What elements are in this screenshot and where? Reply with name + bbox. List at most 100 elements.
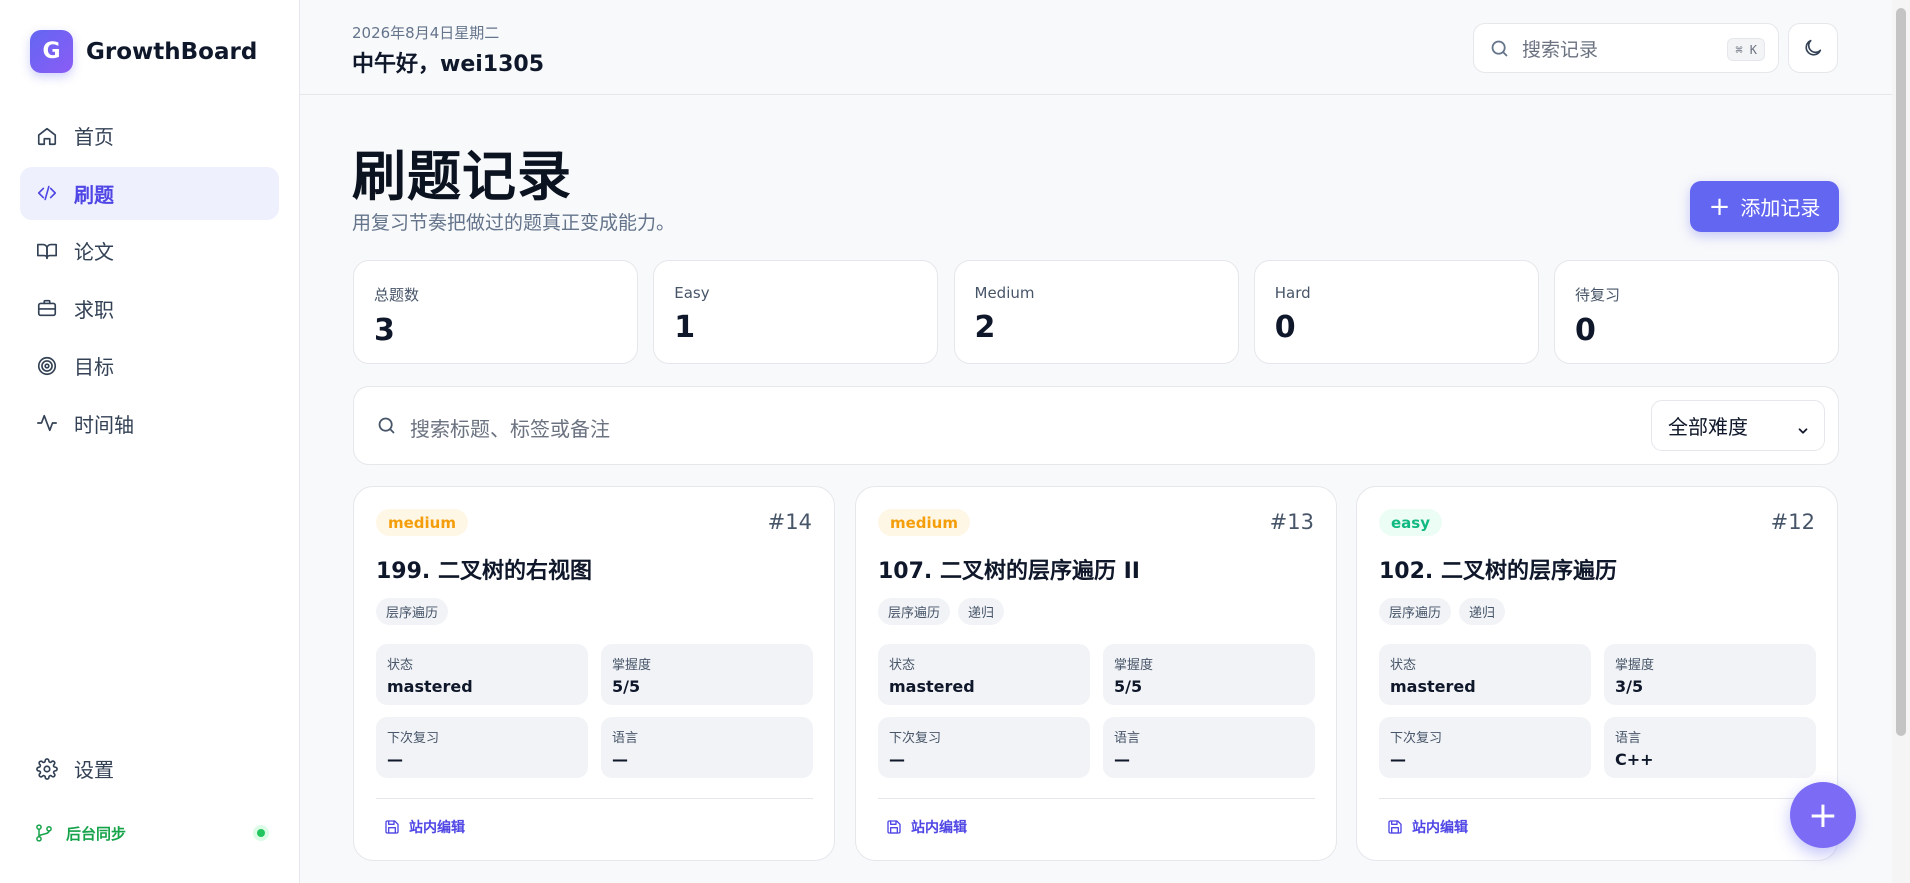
topbar: 2026年8月4日星期二 中午好，wei1305 搜索记录 ⌘ K: [300, 0, 1892, 95]
brand-name: GrowthBoard: [86, 38, 258, 65]
divider: [376, 798, 813, 799]
field-status: 状态 mastered: [878, 644, 1090, 705]
search-shortcut: ⌘ K: [1727, 38, 1765, 61]
problem-title[interactable]: 107. 二叉树的层序遍历 II: [878, 553, 1140, 585]
add-record-button[interactable]: + 添加记录: [1690, 181, 1839, 232]
problem-number: #12: [1770, 510, 1815, 534]
sidebar-nav: 首页 刷题 论文 求职 目标 时间轴: [20, 109, 279, 454]
divider: [1379, 798, 1816, 799]
sidebar-item-label: 时间轴: [74, 412, 134, 437]
field-language: 语言 —: [601, 717, 813, 778]
difficulty-badge: medium: [878, 509, 970, 536]
brand-logo: G: [30, 30, 73, 73]
search-icon: [376, 415, 397, 440]
field-value: —: [387, 750, 403, 769]
stat-label: Medium: [974, 284, 1035, 302]
home-icon: [34, 123, 60, 149]
field-value: 5/5: [612, 677, 641, 696]
floating-add-button[interactable]: +: [1790, 782, 1856, 848]
field-language: 语言 —: [1103, 717, 1315, 778]
sidebar-item-label: 设置: [74, 758, 114, 782]
field-status: 状态 mastered: [1379, 644, 1591, 705]
tag: 递归: [1459, 598, 1506, 625]
sidebar-item-goals[interactable]: 目标: [20, 339, 279, 392]
problem-card[interactable]: easy #12 102. 二叉树的层序遍历 层序遍历 递归 状态 master…: [1356, 486, 1838, 861]
field-value: mastered: [1390, 677, 1476, 696]
field-label: 下次复习: [1390, 731, 1443, 746]
field-next-review: 下次复习 —: [376, 717, 588, 778]
edit-label: 站内编辑: [911, 820, 967, 836]
greeting: 中午好，wei1305: [352, 52, 545, 77]
field-next-review: 下次复习 —: [878, 717, 1090, 778]
tag-list: 层序遍历 递归: [878, 598, 1012, 625]
problem-card[interactable]: medium #13 107. 二叉树的层序遍历 II 层序遍历 递归 状态 m…: [855, 486, 1337, 861]
scrollbar[interactable]: [1892, 0, 1910, 883]
problem-fields: 状态 mastered 掌握度 5/5 下次复习 — 语言 —: [878, 644, 1315, 778]
problem-title[interactable]: 199. 二叉树的右视图: [376, 553, 592, 585]
inline-edit-button[interactable]: 站内编辑: [1387, 817, 1468, 837]
field-label: 语言: [612, 731, 639, 746]
sidebar-item-timeline[interactable]: 时间轴: [20, 397, 279, 450]
field-value: mastered: [387, 677, 473, 696]
tag-list: 层序遍历: [376, 598, 456, 625]
inline-edit-button[interactable]: 站内编辑: [886, 817, 967, 837]
current-date: 2026年8月4日星期二: [352, 24, 500, 42]
global-search[interactable]: 搜索记录 ⌘ K: [1473, 23, 1779, 73]
background-sync[interactable]: 后台同步: [34, 818, 269, 848]
moon-icon: [1802, 37, 1824, 59]
difficulty-select[interactable]: 全部难度: [1651, 400, 1825, 451]
field-value: —: [889, 750, 905, 769]
field-label: 语言: [1114, 731, 1141, 746]
theme-toggle-button[interactable]: [1788, 23, 1838, 73]
field-value: 5/5: [1114, 677, 1143, 696]
stat-card-total: 总题数 3: [353, 260, 638, 364]
stats-row: 总题数 3 Easy 1 Medium 2 Hard 0 待复习 0: [353, 260, 1839, 364]
edit-label: 站内编辑: [1412, 820, 1468, 836]
scrollbar-thumb[interactable]: [1896, 8, 1906, 736]
problem-number: #14: [767, 510, 812, 534]
brand[interactable]: G GrowthBoard: [30, 30, 257, 73]
stat-label: Easy: [674, 284, 710, 302]
stat-value: 1: [674, 310, 696, 345]
sidebar-item-label: 刷题: [74, 182, 114, 207]
sidebar-item-settings[interactable]: 设置: [20, 742, 279, 795]
sidebar-item-label: 目标: [74, 355, 114, 379]
field-label: 掌握度: [612, 658, 652, 673]
problem-number: #13: [1269, 510, 1314, 534]
sync-label: 后台同步: [66, 824, 127, 843]
stat-label: 待复习: [1575, 286, 1621, 304]
field-mastery: 掌握度 5/5: [1103, 644, 1315, 705]
tag: 层序遍历: [1379, 598, 1452, 625]
record-search-input[interactable]: 搜索标题、标签或备注: [410, 413, 610, 442]
field-label: 下次复习: [889, 731, 942, 746]
inline-edit-button[interactable]: 站内编辑: [384, 817, 465, 837]
field-next-review: 下次复习 —: [1379, 717, 1591, 778]
save-icon: [886, 819, 902, 835]
save-icon: [384, 819, 400, 835]
activity-icon: [34, 410, 60, 436]
field-label: 状态: [889, 658, 916, 673]
field-value: —: [1114, 750, 1130, 769]
tag-list: 层序遍历 递归: [1379, 598, 1513, 625]
search-placeholder: 搜索记录: [1522, 38, 1599, 61]
sidebar-item-jobs[interactable]: 求职: [20, 282, 279, 335]
sidebar-item-papers[interactable]: 论文: [20, 224, 279, 277]
page-subtitle: 用复习节奏把做过的题真正变成能力。: [352, 212, 676, 234]
target-icon: [34, 353, 60, 379]
gear-icon: [34, 756, 60, 782]
stat-value: 0: [1274, 310, 1296, 345]
git-branch-icon: [34, 823, 54, 843]
field-mastery: 掌握度 5/5: [601, 644, 813, 705]
briefcase-icon: [34, 295, 60, 321]
field-value: —: [1390, 750, 1406, 769]
field-value: —: [612, 750, 628, 769]
sidebar-item-home[interactable]: 首页: [20, 109, 279, 162]
sync-status-dot: [253, 825, 269, 841]
problem-title[interactable]: 102. 二叉树的层序遍历: [1379, 553, 1617, 585]
field-label: 状态: [387, 658, 414, 673]
problem-card[interactable]: medium #14 199. 二叉树的右视图 层序遍历 状态 mastered…: [353, 486, 835, 861]
tag: 层序遍历: [376, 598, 449, 625]
plus-icon: +: [1807, 794, 1839, 836]
sidebar-item-problems[interactable]: 刷题: [20, 166, 279, 220]
field-label: 下次复习: [387, 731, 440, 746]
